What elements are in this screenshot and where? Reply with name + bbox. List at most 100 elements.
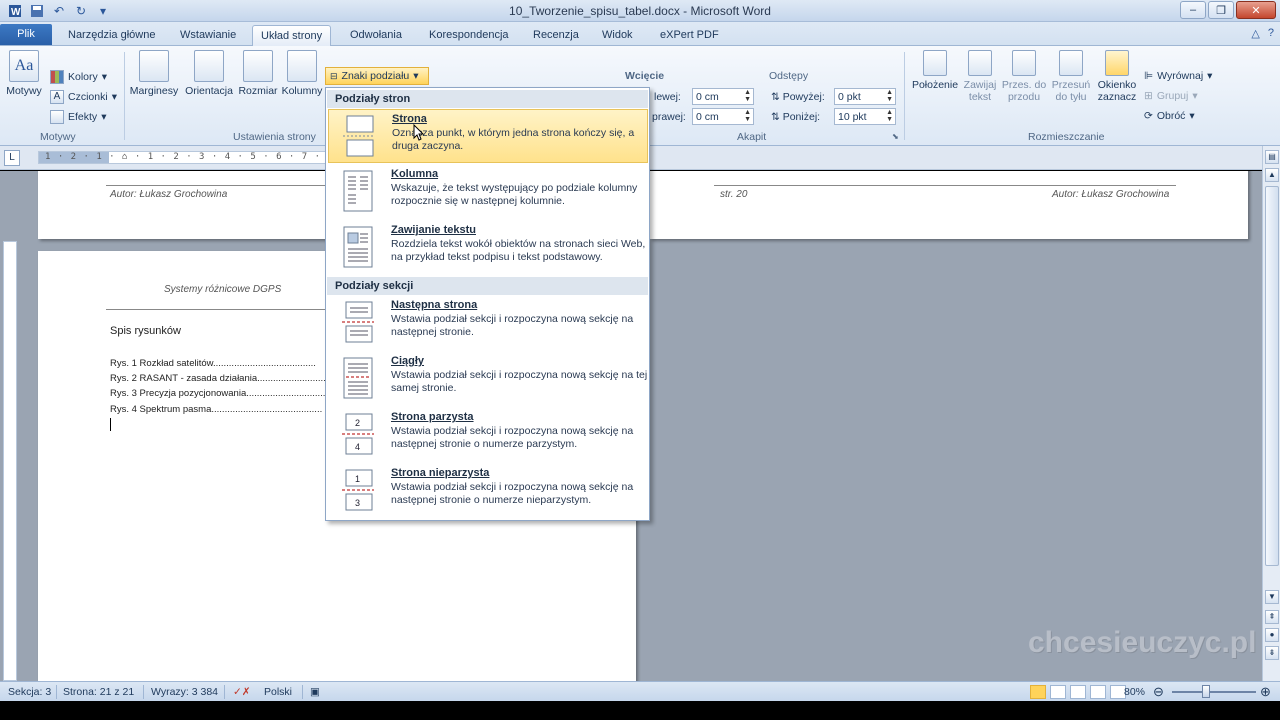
- menu-item-description: Wstawia podział sekcji i rozpoczyna nową…: [391, 425, 634, 450]
- page-previous-right: str. 20 Autor: Łukasz Grochowina: [650, 171, 1248, 239]
- tab-insert[interactable]: Wstawianie: [172, 25, 244, 46]
- scroll-thumb[interactable]: [1265, 186, 1279, 566]
- selection-pane-button[interactable]: Okienko zaznacz: [1094, 50, 1140, 103]
- page-header: Systemy różnicowe DGPS: [164, 284, 282, 295]
- title-bar: W ↶ ↻ ▾ 10_Tworzenie_spisu_tabel.docx - …: [0, 0, 1280, 22]
- zoom-slider-knob[interactable]: [1202, 685, 1210, 698]
- tab-file[interactable]: Plik: [0, 24, 52, 45]
- toc-entry[interactable]: Rys. 4 Spektrum pasma...................…: [110, 404, 322, 415]
- menu-section-section-breaks: Podziały sekcji: [327, 277, 648, 295]
- send-backward-button[interactable]: Przesuń do tyłu: [1048, 50, 1094, 103]
- colors-icon: [50, 70, 64, 84]
- dialog-launcher-icon[interactable]: ⬊: [892, 132, 899, 141]
- vertical-ruler[interactable]: [3, 241, 17, 681]
- rotate-button[interactable]: ⟳ Obróć ▾: [1144, 107, 1195, 125]
- proofing-icon[interactable]: ✓✗: [233, 686, 251, 698]
- menu-item-column-break[interactable]: Kolumna Wskazuje, że tekst występujący p…: [328, 165, 648, 219]
- menu-item-next-page[interactable]: Następna strona Wstawia podział sekcji i…: [328, 296, 648, 350]
- spinner-icon[interactable]: ▲ ▼: [886, 109, 893, 123]
- browse-object-icon[interactable]: ●: [1265, 628, 1279, 642]
- spacing-after-input[interactable]: 10 pkt ▲ ▼: [834, 108, 896, 125]
- tab-review[interactable]: Recenzja: [525, 25, 587, 46]
- spinner-icon[interactable]: ▲ ▼: [744, 109, 751, 123]
- close-button[interactable]: ✕: [1236, 1, 1276, 19]
- orientation-icon: [194, 50, 224, 82]
- tab-expert-pdf[interactable]: eXPert PDF: [652, 25, 727, 46]
- send-backward-label: Przesuń do tyłu: [1051, 79, 1091, 103]
- fonts-button[interactable]: A Czcionki ▾: [50, 88, 117, 106]
- tab-selector-icon[interactable]: L: [4, 150, 20, 166]
- previous-page-icon[interactable]: ⇞: [1265, 610, 1279, 624]
- size-button[interactable]: Rozmiar: [236, 50, 280, 97]
- columns-button[interactable]: Kolumny: [280, 50, 324, 97]
- tab-view[interactable]: Widok: [594, 25, 641, 46]
- menu-item-description: Rozdziela tekst wokół obiektów na strona…: [391, 238, 646, 263]
- menu-item-odd-page[interactable]: 1 3 Strona nieparzysta Wstawia podział s…: [328, 464, 648, 518]
- zoom-out-icon[interactable]: ⊖: [1153, 684, 1164, 700]
- svg-text:1: 1: [355, 474, 360, 484]
- status-words[interactable]: Wyrazy: 3 384: [151, 686, 218, 698]
- status-separator: [143, 685, 144, 699]
- window-controls: – ❐ ✕: [1180, 1, 1276, 19]
- outline-view-icon[interactable]: [1090, 685, 1106, 699]
- colors-button[interactable]: Kolory ▾: [50, 68, 107, 86]
- vertical-scrollbar[interactable]: ▤ ▲ ▼ ⇞ ● ⇟: [1262, 146, 1280, 681]
- toc-entry[interactable]: Rys. 1 Rozkład satelitów................…: [110, 358, 316, 369]
- zoom-level[interactable]: 80%: [1124, 686, 1145, 698]
- align-label: Wyrównaj: [1157, 70, 1204, 82]
- breaks-button[interactable]: ⊟ Znaki podziału ▾: [325, 67, 429, 85]
- full-screen-view-icon[interactable]: [1050, 685, 1066, 699]
- tab-home[interactable]: Narzędzia główne: [60, 25, 163, 46]
- maximize-button[interactable]: ❐: [1208, 1, 1234, 19]
- spinner-icon[interactable]: ▲ ▼: [886, 89, 893, 103]
- help-icon[interactable]: ?: [1268, 27, 1274, 40]
- effects-button[interactable]: Efekty ▾: [50, 108, 106, 126]
- zoom-slider[interactable]: [1172, 691, 1256, 693]
- indent-left-input[interactable]: 0 cm ▲ ▼: [692, 88, 754, 105]
- align-button[interactable]: ⊫ Wyrównaj ▾: [1144, 67, 1212, 85]
- spacing-after-icon: ⇅: [771, 111, 783, 123]
- tab-page-layout[interactable]: Układ strony: [252, 25, 332, 46]
- print-layout-view-icon[interactable]: [1030, 685, 1046, 699]
- minimize-button[interactable]: –: [1180, 1, 1206, 19]
- size-icon: [243, 50, 273, 82]
- menu-item-title: Strona nieparzysta: [391, 467, 490, 479]
- tab-mailings[interactable]: Korespondencja: [421, 25, 517, 46]
- menu-item-page-break[interactable]: Strona Oznacza punkt, w którym jedna str…: [328, 109, 648, 163]
- scroll-up-icon[interactable]: ▲: [1265, 168, 1279, 182]
- next-page-icon[interactable]: ⇟: [1265, 646, 1279, 660]
- columns-label: Kolumny: [281, 85, 323, 97]
- macro-record-icon[interactable]: ▣: [310, 686, 320, 698]
- position-button[interactable]: Położenie: [910, 50, 960, 91]
- margins-label: Marginesy: [129, 85, 179, 97]
- scroll-down-icon[interactable]: ▼: [1265, 590, 1279, 604]
- spacing-before-input[interactable]: 0 pkt ▲ ▼: [834, 88, 896, 105]
- zoom-in-icon[interactable]: ⊕: [1260, 684, 1271, 700]
- web-layout-view-icon[interactable]: [1070, 685, 1086, 699]
- menu-item-title: Zawijanie tekstu: [391, 224, 476, 236]
- status-section[interactable]: Sekcja: 3: [8, 686, 51, 698]
- bring-forward-button[interactable]: Przes. do przodu: [1000, 50, 1048, 103]
- toc-entry[interactable]: Rys. 3 Precyzja pozycjonowania..........…: [110, 388, 328, 399]
- orientation-button[interactable]: Orientacja: [182, 50, 236, 97]
- tab-references[interactable]: Odwołania: [342, 25, 410, 46]
- status-language[interactable]: Polski: [264, 686, 292, 698]
- text-wrapping-icon: [343, 226, 373, 268]
- indent-right-input[interactable]: 0 cm ▲ ▼: [692, 108, 754, 125]
- minimize-ribbon-icon[interactable]: △: [1251, 27, 1259, 40]
- spinner-icon[interactable]: ▲ ▼: [744, 89, 751, 103]
- menu-item-text-wrapping[interactable]: Zawijanie tekstu Rozdziela tekst wokół o…: [328, 221, 648, 275]
- wrap-text-button[interactable]: Zawijaj tekst: [958, 50, 1002, 103]
- group-label: Grupuj: [1156, 90, 1189, 102]
- group-button[interactable]: ⊞ Grupuj ▾: [1144, 87, 1198, 105]
- status-page[interactable]: Strona: 21 z 21: [63, 686, 134, 698]
- margins-button[interactable]: Marginesy: [128, 50, 180, 97]
- wrap-text-label: Zawijaj tekst: [963, 79, 997, 103]
- menu-item-even-page[interactable]: 2 4 Strona parzysta Wstawia podział sekc…: [328, 408, 648, 462]
- send-backward-icon: [1059, 50, 1083, 76]
- ruler-toggle-icon[interactable]: ▤: [1265, 150, 1279, 164]
- menu-item-continuous[interactable]: Ciągły Wstawia podział sekcji i rozpoczy…: [328, 352, 648, 406]
- menu-item-title: Kolumna: [391, 168, 439, 180]
- toc-entry[interactable]: Rys. 2 RASANT - zasada działania........…: [110, 373, 334, 384]
- themes-button[interactable]: Aa Motywy: [2, 50, 46, 97]
